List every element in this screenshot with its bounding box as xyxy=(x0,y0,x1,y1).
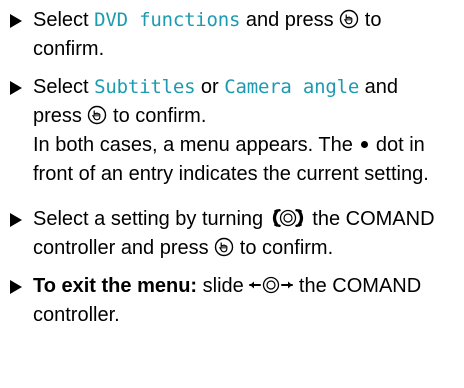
triangle-bullet-icon xyxy=(10,14,22,28)
current-setting-dot-icon xyxy=(360,141,368,148)
triangle-bullet-icon xyxy=(10,213,22,227)
controller-press-icon xyxy=(214,237,234,257)
step-bold-label: To exit the menu: xyxy=(33,275,198,297)
step-select-setting: Select a setting by turning the COMAND c… xyxy=(10,205,452,263)
step-text: and xyxy=(364,76,399,98)
step-text: press xyxy=(33,105,82,127)
step-text: Select a setting by turning xyxy=(33,208,264,230)
controller-press-icon xyxy=(339,9,359,29)
menu-item-dvd-functions: DVD functions xyxy=(94,9,241,31)
step-text: Select xyxy=(33,76,89,98)
menu-item-camera-angle: Camera angle xyxy=(224,76,360,98)
menu-item-subtitles: Subtitles xyxy=(94,76,196,98)
controller-turn-icon xyxy=(269,208,307,228)
controller-slide-left-right-icon xyxy=(249,275,294,295)
step-text: and press xyxy=(245,9,334,31)
step-select-subtitles-or-angle: Select Subtitles or Camera angle and pre… xyxy=(10,73,452,189)
triangle-bullet-icon xyxy=(10,81,22,95)
instruction-page: Select DVD functions and press to confir… xyxy=(0,0,464,388)
step-text: or xyxy=(200,76,219,98)
step-text: slide xyxy=(202,275,244,297)
step-text: to confirm. xyxy=(239,237,334,259)
step-select-dvd-functions: Select DVD functions and press to confir… xyxy=(10,6,452,64)
step-text: Select xyxy=(33,9,89,31)
controller-press-icon xyxy=(87,105,107,125)
step-note-text: In both cases, a menu appears. The xyxy=(33,134,353,156)
instruction-list: Select DVD functions and press to confir… xyxy=(10,6,452,330)
step-exit-menu: To exit the menu: slide the COMAND contr… xyxy=(10,272,452,330)
step-text: to confirm. xyxy=(113,105,207,127)
triangle-bullet-icon xyxy=(10,280,22,294)
